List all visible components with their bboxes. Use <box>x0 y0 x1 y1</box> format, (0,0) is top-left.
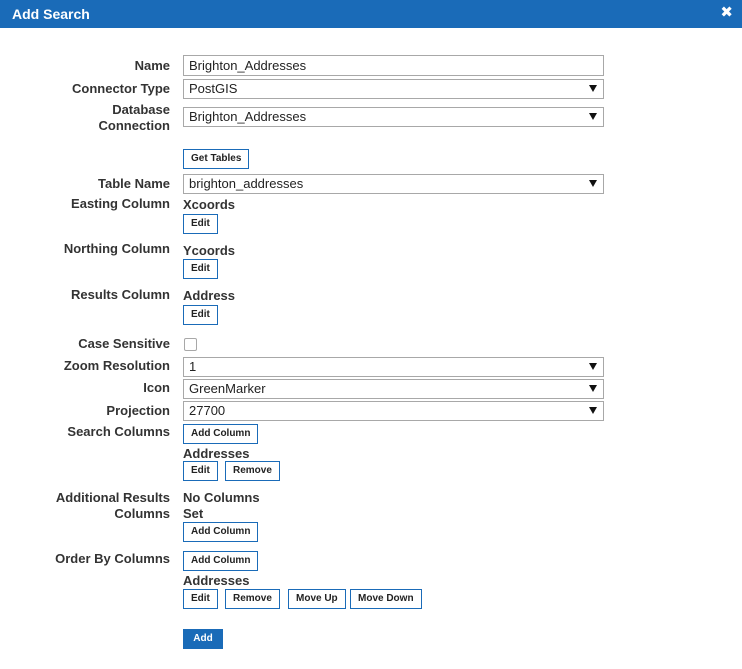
database-connection-value: Brighton_Addresses <box>189 109 307 124</box>
zoom-resolution-select[interactable]: 1 <box>183 357 604 377</box>
search-column-edit-button[interactable]: Edit <box>183 461 218 481</box>
zoom-resolution-value: 1 <box>189 359 197 374</box>
name-input[interactable] <box>183 55 604 76</box>
dialog-titlebar: Add Search ✖ <box>0 0 742 28</box>
icon-value: GreenMarker <box>189 381 266 396</box>
northing-edit-button[interactable]: Edit <box>183 259 218 279</box>
dropdown-arrow-icon <box>589 85 597 92</box>
results-edit-button[interactable]: Edit <box>183 305 218 325</box>
search-column-item: Addresses <box>183 446 250 461</box>
get-tables-button[interactable]: Get Tables <box>183 149 250 169</box>
name-label: Name <box>134 58 170 73</box>
case-sensitive-checkbox[interactable] <box>184 338 197 351</box>
dropdown-arrow-icon <box>589 113 597 120</box>
icon-select[interactable]: GreenMarker <box>183 379 604 399</box>
dropdown-arrow-icon <box>589 363 597 370</box>
table-name-label: Table Name <box>97 176 170 191</box>
order-by-move-down-button[interactable]: Move Down <box>350 589 422 609</box>
search-columns-label: Search Columns <box>67 424 170 439</box>
projection-select[interactable]: 27700 <box>183 401 604 421</box>
dropdown-arrow-icon <box>589 385 597 392</box>
additional-results-status: No Columns Set <box>183 490 260 522</box>
additional-results-label-line1: Additional Results <box>55 490 170 505</box>
order-by-columns-label: Order By Columns <box>55 551 170 566</box>
order-by-move-up-button[interactable]: Move Up <box>288 589 346 609</box>
additional-results-label-line2: Columns <box>114 506 170 521</box>
database-connection-select[interactable]: Brighton_Addresses <box>183 107 604 127</box>
results-column-value: Address <box>183 288 236 303</box>
database-connection-label-line1: Database <box>112 102 170 117</box>
zoom-resolution-label: Zoom Resolution <box>63 358 170 373</box>
dropdown-arrow-icon <box>589 180 597 187</box>
additional-add-column-button[interactable]: Add Column <box>183 522 259 542</box>
order-by-remove-button[interactable]: Remove <box>225 589 280 609</box>
easting-column-label: Easting Column <box>71 196 170 211</box>
table-name-select[interactable]: brighton_addresses <box>183 174 604 194</box>
results-column-label: Results Column <box>71 287 170 302</box>
dropdown-arrow-icon <box>589 407 597 414</box>
connector-type-select[interactable]: PostGIS <box>183 79 604 99</box>
database-connection-label: Database Connection <box>0 102 171 134</box>
projection-label: Projection <box>106 403 170 418</box>
order-by-add-column-button[interactable]: Add Column <box>183 551 259 571</box>
northing-column-label: Northing Column <box>63 241 170 256</box>
search-column-remove-button[interactable]: Remove <box>225 461 280 481</box>
dialog-title: Add Search <box>12 6 90 22</box>
northing-column-value: Ycoords <box>183 243 236 258</box>
order-by-column-item: Addresses <box>183 573 250 588</box>
icon-label: Icon <box>143 380 170 395</box>
additional-results-status-line1: No Columns <box>183 490 260 505</box>
easting-edit-button[interactable]: Edit <box>183 214 218 234</box>
order-by-edit-button[interactable]: Edit <box>183 589 218 609</box>
connector-type-value: PostGIS <box>189 81 238 96</box>
table-name-value: brighton_addresses <box>189 176 304 191</box>
additional-results-columns-label: Additional Results Columns <box>0 490 170 522</box>
additional-results-status-line2: Set <box>183 506 204 521</box>
search-add-column-button[interactable]: Add Column <box>183 424 259 444</box>
close-icon[interactable]: ✖ <box>720 5 733 21</box>
case-sensitive-label: Case Sensitive <box>78 336 170 351</box>
add-button[interactable]: Add <box>183 629 223 649</box>
projection-value: 27700 <box>189 403 226 418</box>
easting-column-value: Xcoords <box>183 197 236 212</box>
connector-type-label: Connector Type <box>72 81 170 96</box>
database-connection-label-line2: Connection <box>98 118 171 133</box>
